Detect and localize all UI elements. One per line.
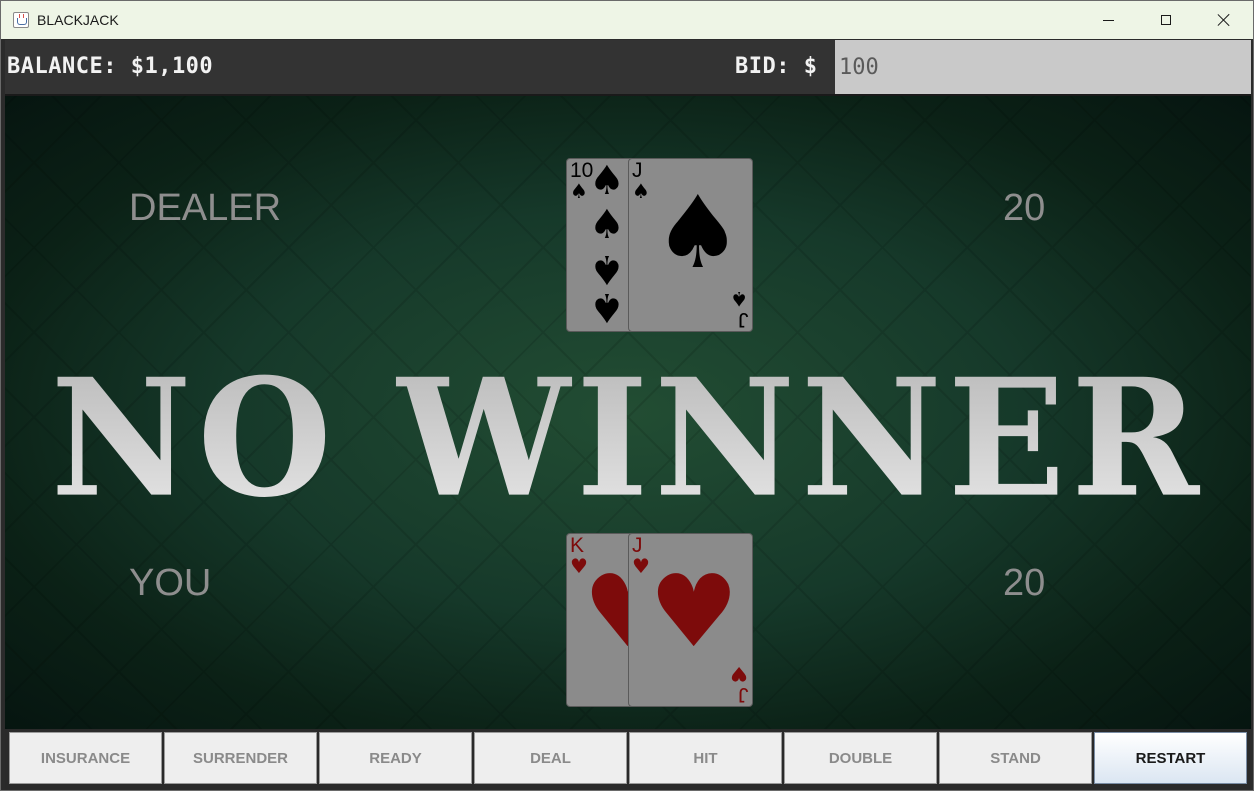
- restart-button[interactable]: RESTART: [1094, 732, 1247, 784]
- spade-icon: ♠: [730, 287, 748, 311]
- dealer-label: DEALER: [129, 187, 282, 229]
- heart-icon: ♥: [649, 553, 739, 670]
- java-app-icon: [13, 12, 29, 28]
- minimize-icon: [1102, 19, 1114, 21]
- close-icon: [1217, 13, 1231, 27]
- maximize-icon: [1161, 15, 1171, 25]
- player-hand: K ♥ ♥ J ♥ ♥ ♥ J: [566, 533, 754, 709]
- spade-icon: ♠: [589, 202, 625, 248]
- maximize-button[interactable]: [1137, 1, 1195, 39]
- double-button[interactable]: DOUBLE: [784, 732, 937, 784]
- dealer-score: 20: [1003, 187, 1046, 229]
- spade-icon: ♠: [653, 174, 743, 291]
- close-button[interactable]: [1195, 1, 1253, 39]
- surrender-button[interactable]: SURRENDER: [164, 732, 317, 784]
- dealer-card-1: 10 ♠ ♠ ♠ ♠ ♠: [566, 158, 636, 332]
- result-banner: NO WINNER: [5, 349, 1251, 529]
- spade-icon: ♠: [632, 179, 650, 203]
- spade-icon: ♠: [589, 246, 625, 292]
- title-bar: BLACKJACK: [1, 1, 1253, 39]
- balance-display: BALANCE: $1,100: [7, 54, 214, 79]
- window-controls: [1079, 1, 1253, 39]
- player-card-2: J ♥ ♥ ♥ J: [628, 533, 753, 707]
- spade-icon: ♠: [589, 158, 625, 204]
- heart-icon: ♥: [730, 662, 748, 686]
- dealer-hand: 10 ♠ ♠ ♠ ♠ ♠ J ♠ ♠ ♠ J: [566, 158, 754, 334]
- spade-icon: ♠: [570, 179, 588, 203]
- heart-icon: ♥: [632, 554, 650, 578]
- minimize-button[interactable]: [1079, 1, 1137, 39]
- insurance-button[interactable]: INSURANCE: [9, 732, 162, 784]
- card-rank: J: [737, 308, 749, 331]
- bid-input[interactable]: [835, 40, 1251, 94]
- card-rank: J: [737, 683, 749, 706]
- spade-icon: ♠: [589, 284, 625, 330]
- game-window: BLACKJACK BALANCE: $1,100 BID: $ DEALER …: [0, 0, 1254, 791]
- deal-button[interactable]: DEAL: [474, 732, 627, 784]
- player-card-1: K ♥ ♥: [566, 533, 636, 707]
- window-title: BLACKJACK: [37, 12, 119, 28]
- dealer-card-2: J ♠ ♠ ♠ J: [628, 158, 753, 332]
- bid-label: BID: $: [735, 54, 818, 79]
- ready-button[interactable]: READY: [319, 732, 472, 784]
- action-bar: INSURANCE SURRENDER READY DEAL HIT DOUBL…: [5, 729, 1251, 789]
- player-score: 20: [1003, 562, 1046, 604]
- info-bar: BALANCE: $1,100 BID: $: [5, 40, 1251, 96]
- hit-button[interactable]: HIT: [629, 732, 782, 784]
- card-table: DEALER 20 10 ♠ ♠ ♠ ♠ ♠ J ♠ ♠ ♠ J NO WINN…: [5, 96, 1251, 729]
- player-label: YOU: [129, 562, 212, 604]
- stand-button[interactable]: STAND: [939, 732, 1092, 784]
